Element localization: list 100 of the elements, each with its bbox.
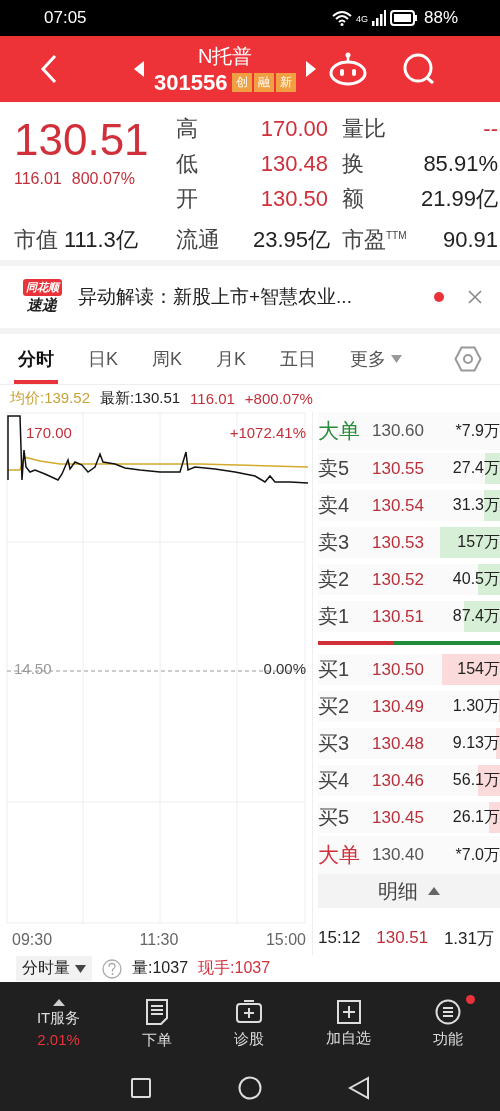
search-button[interactable] <box>402 52 437 86</box>
nav-action-button[interactable]: 加自选 <box>326 999 372 1048</box>
back-icon <box>40 54 58 84</box>
stat-label: 流通 <box>176 226 220 254</box>
back-button[interactable] <box>40 54 58 84</box>
current-volume: 现手:1037 <box>198 958 271 978</box>
news-headline[interactable]: 异动解读：新股上市+智慧农业... <box>78 284 420 310</box>
time-label: 15:00 <box>265 931 306 949</box>
chart-info-text: 116.01 <box>190 390 235 407</box>
settings-button[interactable] <box>454 346 482 372</box>
axis-label: 170.00 <box>26 424 72 441</box>
time-label: 09:30 <box>12 931 53 949</box>
order-level-label: 大单 <box>318 842 361 868</box>
search-icon <box>402 52 437 86</box>
nav-action-button[interactable]: 下单 <box>142 997 173 1050</box>
stock-tag: 创 <box>232 73 253 92</box>
detail-toggle[interactable]: 明细 <box>318 874 500 908</box>
wifi-icon <box>331 10 352 26</box>
settings-icon <box>454 346 482 372</box>
nav-action-button[interactable]: 功能 <box>433 998 463 1049</box>
order-price: 130.46 <box>372 770 425 791</box>
chart-tab[interactable]: 更多 <box>346 334 407 384</box>
order-level-label: 卖1 <box>318 604 351 629</box>
indicator-dropdown[interactable]: 分时量 <box>16 956 92 981</box>
order-price: 130.52 <box>372 569 425 590</box>
order-level-label: 卖4 <box>318 493 351 518</box>
robot-icon <box>328 52 369 86</box>
axis-label: +1072.41% <box>229 424 306 441</box>
order-price: 130.40 <box>372 845 425 865</box>
chart-tab[interactable]: 五日 <box>276 334 321 384</box>
order-volume: 56.1万 <box>451 770 500 790</box>
left-triangle-icon <box>134 61 144 77</box>
order-volume: *7.9万 <box>454 420 500 441</box>
network-label: 4G <box>355 14 368 24</box>
order-price: 130.49 <box>372 696 425 717</box>
order-price: 130.55 <box>372 458 425 479</box>
stat-label: 换 <box>342 150 364 178</box>
stat-value: 21.99亿 <box>420 185 498 213</box>
robot-button[interactable] <box>328 52 369 86</box>
stat-label: 高 <box>176 115 198 143</box>
order-level-label: 卖5 <box>318 456 351 481</box>
order-volume: 154万 <box>456 659 500 679</box>
next-stock-button[interactable] <box>306 61 317 77</box>
chart-tab[interactable]: 月K <box>212 334 251 384</box>
menu-icon <box>435 998 461 1025</box>
caret-icon <box>75 964 86 973</box>
close-button[interactable] <box>468 290 482 304</box>
volume-value: 量:1037 <box>132 958 189 978</box>
back-icon[interactable] <box>348 1076 370 1100</box>
price-change: 116.01 <box>14 170 62 189</box>
chart-tab[interactable]: 分时 <box>14 334 58 384</box>
stat-value: 85.91% <box>423 151 498 177</box>
home-icon[interactable] <box>238 1076 262 1100</box>
signal-icon <box>371 10 386 26</box>
stat-label: 低 <box>176 150 198 178</box>
percent-change: 800.07% <box>71 170 135 189</box>
order-price: 130.48 <box>372 733 425 754</box>
chart-info-text: +800.07% <box>244 390 313 407</box>
chart-tab[interactable]: 周K <box>148 334 187 384</box>
time-label: 11:30 <box>139 931 179 949</box>
order-price: 130.51 <box>372 606 425 627</box>
order-volume: 31.3万 <box>451 495 500 515</box>
up-caret-icon <box>52 999 65 1006</box>
help-icon[interactable] <box>102 958 122 979</box>
stat-value: 170.00 <box>260 116 328 142</box>
order-volume: 87.4万 <box>451 606 500 626</box>
stat-label: 开 <box>176 185 198 213</box>
order-level-label: 买5 <box>318 805 351 830</box>
news-logo: 同花顺 速递 <box>20 279 64 315</box>
chart-info-text: 均价:139.52 <box>10 389 91 408</box>
document-icon <box>145 997 170 1026</box>
stat-label: 量比 <box>342 115 386 143</box>
sector-button[interactable]: IT服务 2.01% <box>36 999 81 1048</box>
order-level-label: 大单 <box>318 418 361 444</box>
order-price: 130.45 <box>372 807 425 828</box>
order-price: 130.50 <box>372 659 425 680</box>
order-volume: 9.13万 <box>451 733 500 753</box>
order-level-label: 买1 <box>318 657 351 682</box>
order-volume: 1.30万 <box>451 696 500 716</box>
nav-action-button[interactable]: 诊股 <box>234 998 265 1049</box>
trade-volume: 1.31万 <box>443 927 494 950</box>
right-triangle-icon <box>306 61 317 77</box>
medical-kit-icon <box>235 998 264 1025</box>
stat-label: 额 <box>342 185 364 213</box>
order-price: 130.54 <box>372 495 425 516</box>
close-icon <box>468 290 482 304</box>
order-level-label: 卖2 <box>318 567 351 592</box>
stat-value: -- <box>483 116 498 142</box>
recent-apps-icon[interactable] <box>130 1077 152 1099</box>
order-price: 130.53 <box>372 532 425 553</box>
chart-info-text: 最新:130.51 <box>100 389 181 408</box>
stat-label: 市值 <box>14 226 58 254</box>
chart-tab[interactable]: 日K <box>84 334 122 384</box>
battery-percent: 88% <box>423 8 458 28</box>
stock-code: 301556 <box>154 69 228 96</box>
previous-stock-button[interactable] <box>134 61 144 77</box>
trade-time: 15:12 <box>318 928 361 948</box>
stock-name: N托普 <box>198 43 253 69</box>
stat-value: 130.50 <box>260 186 328 212</box>
order-volume: 27.4万 <box>451 458 500 478</box>
